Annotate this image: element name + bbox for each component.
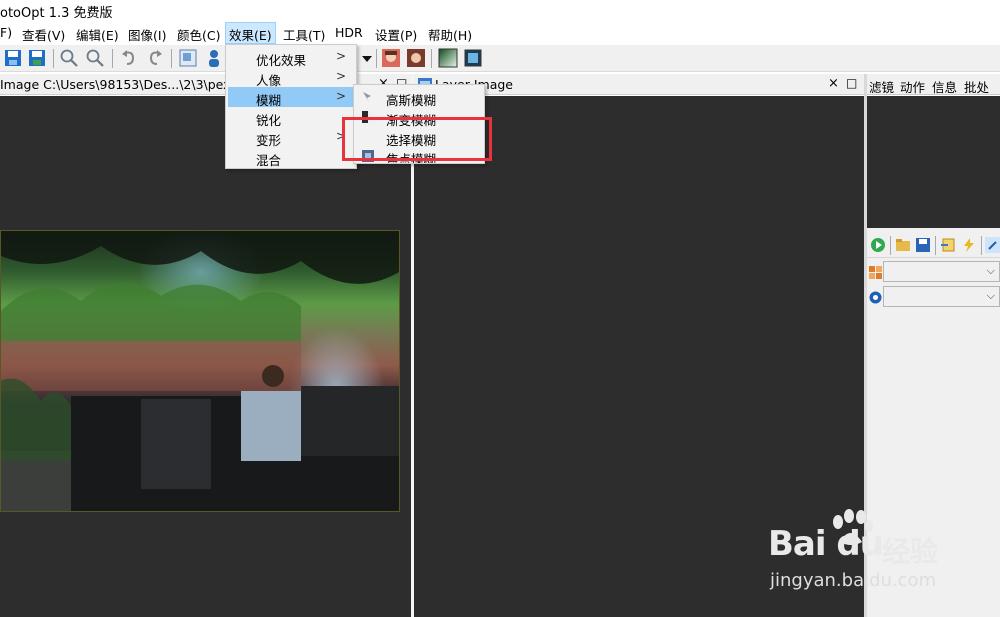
filter-select[interactable]: ⌵ xyxy=(883,286,1000,307)
zoom-out-icon[interactable] xyxy=(85,48,105,68)
menu-help[interactable]: 帮助(H) xyxy=(428,25,472,44)
menu-color[interactable]: 颜色(C) xyxy=(177,25,220,44)
menu-bar: F) 查看(V) 编辑(E) 图像(I) 颜色(C) 效果(E) 工具(T) H… xyxy=(0,22,1000,44)
portrait-retouch-icon[interactable] xyxy=(406,48,426,68)
circle-target-icon xyxy=(869,291,882,304)
title-bar: otoOpt 1.3 免费版 xyxy=(0,0,1000,21)
watermark-url: jingyan.baidu.com xyxy=(770,570,937,591)
menu-item-distort[interactable]: 变形 > xyxy=(228,127,354,148)
toolbar-separator xyxy=(981,236,982,255)
menu-effects[interactable]: 效果(E) xyxy=(225,22,276,44)
gradient-icon[interactable] xyxy=(438,48,458,68)
grid-icon xyxy=(869,266,882,279)
menu-item-portrait[interactable]: 人像 > xyxy=(228,67,354,88)
right-panel-tabs: 滤镜 动作 信息 批处理 xyxy=(867,74,1000,114)
save-as-icon[interactable] xyxy=(27,48,47,68)
menu-item-blur[interactable]: 模糊 > xyxy=(228,87,354,108)
save-action-icon[interactable] xyxy=(915,237,931,253)
save-icon[interactable] xyxy=(3,48,23,68)
menu-hdr[interactable]: HDR xyxy=(335,25,363,40)
lightning-icon[interactable] xyxy=(961,237,977,253)
play-icon[interactable] xyxy=(870,237,886,253)
watermark-brand: 经验 xyxy=(882,535,939,568)
import-icon[interactable] xyxy=(940,237,956,253)
tab-filters[interactable]: 滤镜 xyxy=(869,77,894,96)
tab-info[interactable]: 信息 xyxy=(932,77,957,96)
layer-close-icon[interactable]: × xyxy=(828,76,839,91)
pin-icon[interactable] xyxy=(985,237,1000,253)
menu-tools[interactable]: 工具(T) xyxy=(283,25,325,44)
chevron-right-icon: > xyxy=(335,89,346,103)
chevron-down-icon: ⌵ xyxy=(986,289,995,302)
menu-view[interactable]: 查看(V) xyxy=(22,25,65,44)
dropdown-arrow-icon[interactable] xyxy=(357,48,377,68)
toolbar-separator xyxy=(112,49,113,68)
image-size-icon[interactable] xyxy=(178,48,198,68)
image-photo xyxy=(0,230,400,512)
menu-settings[interactable]: 设置(P) xyxy=(375,25,417,44)
annotation-highlight-box xyxy=(342,117,492,161)
picture-icon[interactable] xyxy=(463,48,483,68)
menu-item-blend[interactable]: 混合 xyxy=(228,147,354,168)
toolbar-separator xyxy=(171,49,172,68)
action-toolbar xyxy=(867,234,1000,258)
redo-icon[interactable] xyxy=(145,48,165,68)
toolbar-separator xyxy=(53,49,54,68)
toolbar-separator xyxy=(431,49,432,68)
menu-item-enhance[interactable]: 优化效果 > xyxy=(228,47,354,68)
chevron-right-icon: > xyxy=(335,69,346,83)
undo-icon[interactable] xyxy=(119,48,139,68)
menu-item-sharpen[interactable]: 锐化 xyxy=(228,107,354,128)
open-folder-icon[interactable] xyxy=(895,237,911,253)
chevron-right-icon: > xyxy=(335,49,346,63)
toolbar-separator xyxy=(935,236,936,255)
effects-menu: 优化效果 > 人像 > 模糊 > 锐化 变形 > 混合 xyxy=(225,44,357,169)
filter-category-select[interactable]: ⌵ xyxy=(883,261,1000,282)
chevron-down-icon: ⌵ xyxy=(986,264,995,277)
portrait-icon[interactable] xyxy=(381,48,401,68)
gaussian-blur-icon xyxy=(363,92,371,102)
toolbar xyxy=(0,45,1000,72)
right-panel-preview xyxy=(867,96,1000,228)
toolbar-separator xyxy=(890,236,891,255)
menu-file[interactable]: F) xyxy=(0,25,12,40)
tab-actions[interactable]: 动作 xyxy=(900,77,925,96)
toolbar-separator xyxy=(376,49,377,68)
paw-icon xyxy=(833,509,873,545)
zoom-in-icon[interactable] xyxy=(59,48,79,68)
menu-item-gaussian-blur[interactable]: 高斯模糊 xyxy=(356,87,482,108)
menu-image[interactable]: 图像(I) xyxy=(128,25,166,44)
image-panel-title: Image C:\Users\98153\Des...\2\3\pex xyxy=(0,77,231,92)
window-title: otoOpt 1.3 免费版 xyxy=(0,6,113,21)
menu-edit[interactable]: 编辑(E) xyxy=(76,25,119,44)
layer-maximize-icon[interactable]: □ xyxy=(846,76,857,90)
person-icon[interactable] xyxy=(204,48,224,68)
